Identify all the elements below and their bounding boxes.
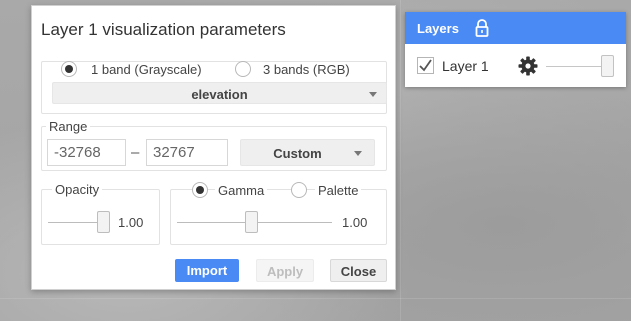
apply-button[interactable]: Apply — [256, 259, 314, 282]
layer-name[interactable]: Layer 1 — [442, 58, 489, 74]
gear-icon[interactable] — [518, 56, 538, 81]
gamma-value: 1.00 — [342, 215, 368, 230]
band-select-value: elevation — [191, 87, 248, 102]
chevron-down-icon — [369, 92, 377, 97]
gamma-slider-thumb[interactable] — [245, 211, 258, 233]
close-button[interactable]: Close — [330, 259, 387, 282]
visualization-dialog: Layer 1 visualization parameters 1 band … — [31, 5, 396, 290]
map-grid-line — [400, 0, 401, 321]
layer-opacity-track[interactable] — [546, 66, 601, 67]
range-max-input[interactable]: 32767 — [146, 139, 228, 166]
layer-opacity-thumb[interactable] — [601, 55, 614, 77]
band-select[interactable]: elevation — [52, 82, 387, 104]
gamma-radio[interactable] — [192, 182, 208, 198]
lock-icon[interactable] — [475, 19, 489, 42]
range-min-input[interactable]: -32768 — [47, 139, 126, 166]
checkmark-icon — [419, 59, 432, 72]
range-mode-select[interactable]: Custom — [240, 139, 375, 166]
layers-title: Layers — [417, 21, 459, 36]
chevron-down-icon — [354, 151, 362, 156]
layers-panel: Layers Layer 1 — [405, 12, 626, 87]
palette-label[interactable]: Palette — [315, 183, 362, 198]
band-3-rgb-radio[interactable] — [235, 61, 251, 77]
map-grid-line — [0, 298, 631, 299]
layer-visibility-checkbox[interactable] — [417, 57, 434, 74]
opacity-slider-thumb[interactable] — [97, 211, 110, 233]
palette-radio[interactable] — [291, 182, 307, 198]
range-separator: – — [131, 144, 140, 161]
import-button[interactable]: Import — [175, 259, 239, 282]
gamma-label[interactable]: Gamma — [215, 183, 268, 198]
range-legend: Range — [46, 119, 91, 134]
band-3-rgb-label[interactable]: 3 bands (RGB) — [263, 62, 350, 77]
band-1-grayscale-label[interactable]: 1 band (Grayscale) — [91, 62, 202, 77]
range-mode-value: Custom — [273, 146, 322, 161]
opacity-legend: Opacity — [52, 182, 103, 197]
opacity-value: 1.00 — [118, 215, 144, 230]
layers-header: Layers — [405, 12, 626, 44]
opacity-slider-track[interactable] — [48, 222, 103, 223]
band-1-grayscale-radio[interactable] — [61, 61, 77, 77]
dialog-title: Layer 1 visualization parameters — [41, 20, 286, 39]
